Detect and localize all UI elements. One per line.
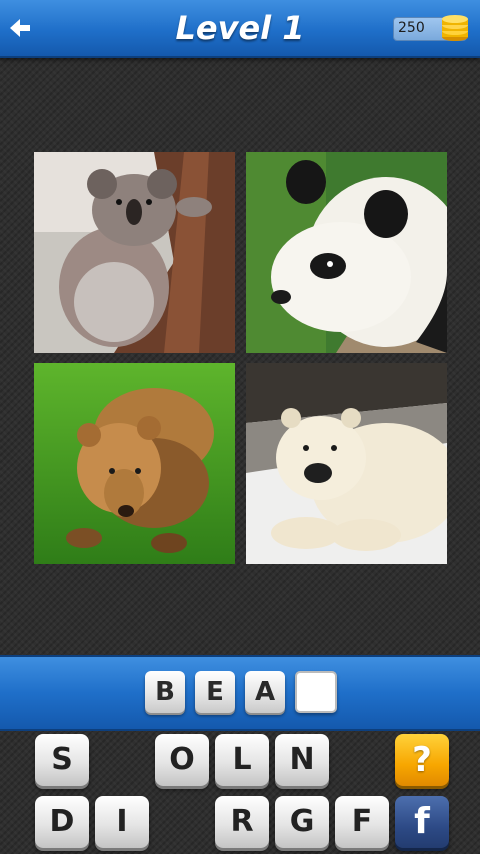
letter-key-d[interactable]: D: [35, 796, 89, 848]
answer-slot-3[interactable]: A: [245, 671, 285, 713]
letter-key-r[interactable]: R: [215, 796, 269, 848]
answer-bar: B E A: [0, 655, 480, 731]
coin-stack-icon: [440, 14, 470, 42]
answer-slot-2[interactable]: E: [195, 671, 235, 713]
facebook-share-button[interactable]: f: [395, 796, 449, 848]
letter-key-l[interactable]: L: [215, 734, 269, 786]
answer-slot-1[interactable]: B: [145, 671, 185, 713]
letter-key-i[interactable]: I: [95, 796, 149, 848]
letter-key-o[interactable]: O: [155, 734, 209, 786]
letter-key-f[interactable]: F: [335, 796, 389, 848]
letter-key-g[interactable]: G: [275, 796, 329, 848]
photo-polar-bear[interactable]: [246, 363, 447, 564]
photo-brown-bear[interactable]: [34, 363, 235, 564]
top-bar: Level 1 250: [0, 0, 480, 58]
hint-button[interactable]: ?: [395, 734, 449, 786]
photo-koala[interactable]: [34, 152, 235, 353]
photo-panda[interactable]: [246, 152, 447, 353]
letter-key-s[interactable]: S: [35, 734, 89, 786]
coin-count: 250: [398, 20, 425, 36]
answer-slot-4[interactable]: [295, 671, 337, 713]
letter-key-n[interactable]: N: [275, 734, 329, 786]
